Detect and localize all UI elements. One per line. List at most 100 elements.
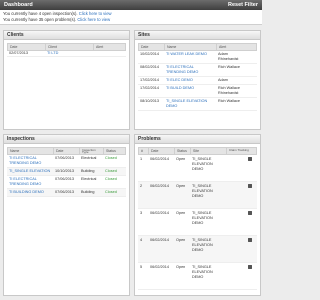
contact-name: Rich Wallace (218, 65, 241, 69)
table-row[interactable]: 2 06/02/2014 Open TI_SINGLE ELEVATION DEMO (138, 182, 257, 209)
inspection-type: Building (81, 169, 95, 173)
status-badge: Closed (105, 177, 117, 181)
inspections-title: Inspections (4, 135, 129, 144)
problem-site: TI_SINGLE ELEVATION DEMO (192, 238, 213, 252)
problem-status: Open (176, 184, 186, 188)
col-alert[interactable]: Alert (217, 44, 255, 50)
inspection-name-link[interactable]: TI_SINGLE ELEVATION (7, 169, 53, 174)
problem-number: 1 (140, 157, 143, 161)
contact-name-secondary: Rhinehardst (218, 57, 239, 61)
col-alert[interactable]: Alert (94, 44, 124, 50)
view-inspections-link[interactable]: Click here to view (79, 11, 112, 16)
col-status[interactable]: Status (175, 148, 191, 154)
site-contact: Rich Wallace (216, 99, 254, 109)
table-row[interactable]: 10/02/2014 TI WATER LEAK DEMO Adam Rhinehar… (138, 51, 257, 64)
table-row[interactable]: 4 06/02/2014 Open TI_SINGLE ELEVATION DEMO (138, 236, 257, 263)
table-row[interactable]: 08/10/2013 TI_SINGLE ELEVATION DEMO Rich W… (138, 98, 257, 111)
col-site[interactable]: Site (191, 148, 227, 154)
col-number[interactable]: # (139, 148, 149, 154)
document-icon[interactable] (248, 184, 252, 188)
page-title: Dashboard (4, 2, 33, 8)
problem-site: TI_SINGLE ELEVATION DEMO (192, 265, 213, 279)
inspections-table-header: Name Date Inspection Type Status (7, 147, 126, 155)
document-icon[interactable] (248, 157, 252, 161)
site-date: 08/10/2013 (140, 99, 160, 103)
problem-site: TI_SINGLE ELEVATION DEMO (192, 211, 213, 225)
col-claim-tracking[interactable]: Claim Tracking (227, 148, 255, 154)
site-name-link[interactable]: TI_SINGLE ELEVATION DEMO (164, 99, 216, 109)
inspection-type: Building (81, 190, 95, 194)
table-row[interactable]: 02/07/2013 TI LTD (7, 51, 126, 57)
table-row[interactable]: 5 06/02/2014 Open TI_SINGLE ELEVATION DEMO (138, 263, 257, 290)
claim-tracking-cell (226, 157, 254, 179)
site-name-link[interactable]: TI ELEC DEMO (164, 78, 216, 83)
problem-status: Open (176, 211, 186, 215)
site-date: 10/02/2014 (140, 52, 160, 56)
problem-status: Open (176, 157, 186, 161)
document-icon[interactable] (248, 265, 252, 269)
status-badge: Closed (105, 169, 117, 173)
problem-date: 06/02/2014 (150, 184, 170, 188)
table-row[interactable]: 17/02/2014 TI BUILD DEMO Rich Wallace Rhine… (138, 85, 257, 98)
site-name-link[interactable]: TI WATER LEAK DEMO (164, 52, 216, 62)
table-row[interactable]: TI ELECTRICAL TRENDING DEMO 07/06/2013 Ele… (7, 176, 126, 189)
table-row[interactable]: TI ELECTRICAL TRENDING DEMO 07/06/2013 Ele… (7, 155, 126, 168)
problem-number: 4 (140, 238, 143, 242)
contact-name: Rich Wallace (218, 99, 241, 103)
inspection-type: Electrical (81, 156, 97, 160)
document-icon[interactable] (248, 211, 252, 215)
sites-panel: Sites Date Name Alert 10/02/2014 TI WATER… (134, 30, 261, 130)
problem-date: 06/02/2014 (150, 265, 170, 269)
site-contact: Rich Wallace (216, 65, 254, 75)
col-name[interactable]: Name (8, 148, 54, 154)
problem-date: 06/02/2014 (150, 238, 170, 242)
col-client[interactable]: Client (46, 44, 94, 50)
table-row[interactable]: 3 06/02/2014 Open TI_SINGLE ELEVATION DEMO (138, 209, 257, 236)
problem-site: TI_SINGLE ELEVATION DEMO (192, 157, 213, 171)
table-row[interactable]: TI_SINGLE ELEVATION 10/10/2013 Building Clo… (7, 168, 126, 176)
inspection-name-link[interactable]: TI ELECTRICAL TRENDING DEMO (7, 156, 53, 166)
problem-site: TI_SINGLE ELEVATION DEMO (192, 184, 213, 198)
site-date: 08/02/2014 (140, 65, 160, 69)
dashboard-header: Dashboard Reset Filter (0, 0, 262, 10)
problem-date: 06/02/2014 (150, 211, 170, 215)
table-row[interactable]: 17/02/2014 TI ELEC DEMO Adam (138, 77, 257, 85)
col-type[interactable]: Inspection Type (80, 148, 104, 154)
table-row[interactable]: 08/02/2014 TI ELECTRICAL TRENDING DEMO Ric… (138, 64, 257, 77)
col-name[interactable]: Name (165, 44, 217, 50)
reset-filter-button[interactable]: Reset Filter (228, 2, 258, 8)
table-row[interactable]: TI BUILDING DEMO 07/06/2013 Building Closed (7, 189, 126, 197)
col-date[interactable]: Date (149, 148, 175, 154)
problem-number: 3 (140, 211, 143, 215)
claim-tracking-cell (226, 238, 254, 260)
problems-title: Problems (135, 135, 260, 144)
claim-tracking-cell (226, 211, 254, 233)
inspection-date: 07/06/2013 (55, 190, 75, 194)
inspection-type: Electrical (81, 177, 97, 181)
site-contact: Rich Wallace Rhinehardst (216, 86, 254, 96)
claim-tracking-cell (226, 265, 254, 287)
col-date[interactable]: Date (139, 44, 165, 50)
clients-table-header: Date Client Alert (7, 43, 126, 51)
site-contact: Adam (216, 78, 254, 83)
status-badge: Closed (105, 190, 117, 194)
col-date[interactable]: Date (54, 148, 80, 154)
contact-name: Adam (218, 78, 228, 82)
site-date: 17/02/2014 (140, 78, 160, 82)
col-date[interactable]: Date (8, 44, 46, 50)
notice-area: You currently have 4 open inspection(s).… (0, 10, 262, 25)
view-problems-link[interactable]: Click here to view (77, 17, 110, 22)
problems-table-header: # Date Status Site Claim Tracking (138, 147, 257, 155)
inspection-date: 07/06/2013 (55, 156, 75, 160)
sites-title: Sites (135, 31, 260, 40)
col-status[interactable]: Status (104, 148, 124, 154)
site-name-link[interactable]: TI ELECTRICAL TRENDING DEMO (164, 65, 216, 75)
problem-date: 06/02/2014 (150, 157, 170, 161)
inspection-name-link[interactable]: TI BUILDING DEMO (7, 190, 53, 195)
document-icon[interactable] (248, 238, 252, 242)
inspection-name-link[interactable]: TI ELECTRICAL TRENDING DEMO (7, 177, 53, 187)
inspections-panel: Inspections Name Date Inspection Type St… (3, 134, 130, 296)
table-row[interactable]: 1 06/02/2014 Open TI_SINGLE ELEVATION DEMO (138, 155, 257, 182)
status-badge: Closed (105, 156, 117, 160)
site-name-link[interactable]: TI BUILD DEMO (164, 86, 216, 96)
